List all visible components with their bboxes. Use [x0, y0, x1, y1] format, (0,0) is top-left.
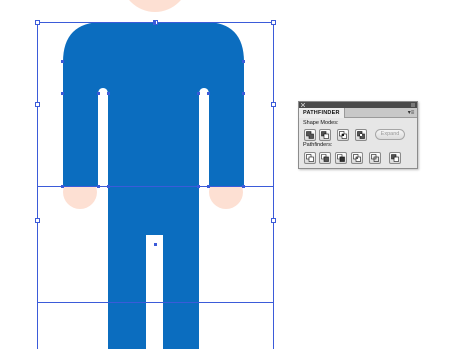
- divide-button[interactable]: [304, 152, 316, 164]
- center-point[interactable]: [154, 243, 157, 246]
- exclude-icon: [357, 131, 365, 139]
- handle-top-left[interactable]: [35, 20, 40, 25]
- merge-button[interactable]: [335, 152, 347, 164]
- panel-tab-row: PATHFINDER ▾≡: [299, 108, 417, 118]
- anchor-point[interactable]: [207, 92, 210, 95]
- anchor-point[interactable]: [197, 185, 200, 188]
- pathfinders-label: Pathfinders:: [303, 142, 333, 148]
- anchor-point[interactable]: [97, 185, 100, 188]
- panel-menu-icon[interactable]: ▾≡: [407, 109, 415, 117]
- minus-back-button[interactable]: [389, 152, 401, 164]
- handle-right-mid[interactable]: [271, 102, 276, 107]
- unite-icon: [306, 131, 314, 139]
- head-shape[interactable]: [121, 0, 189, 12]
- minus-front-icon: [321, 131, 329, 139]
- canvas-artwork[interactable]: [0, 0, 450, 349]
- anchor-point[interactable]: [107, 92, 110, 95]
- minus-front-button[interactable]: [319, 129, 331, 141]
- crop-icon: [353, 154, 361, 162]
- legs-shape[interactable]: [108, 187, 199, 349]
- anchor-point[interactable]: [197, 92, 200, 95]
- divide-icon: [306, 154, 314, 162]
- artboard[interactable]: PATHFINDER ▾≡ Shape Modes: Expand Pathfi…: [0, 0, 450, 349]
- anchor-point[interactable]: [61, 185, 64, 188]
- intersect-icon: [339, 131, 347, 139]
- trim-icon: [321, 154, 329, 162]
- tab-pathfinder[interactable]: PATHFINDER: [299, 108, 345, 118]
- expand-button[interactable]: Expand: [375, 129, 405, 140]
- outline-button[interactable]: [369, 152, 381, 164]
- handle-left-mid[interactable]: [35, 102, 40, 107]
- shape-modes-label: Shape Modes:: [303, 120, 339, 126]
- crop-button[interactable]: [351, 152, 363, 164]
- anchor-point[interactable]: [61, 60, 64, 63]
- anchor-point[interactable]: [242, 185, 245, 188]
- unite-button[interactable]: [304, 129, 316, 141]
- torso-shape[interactable]: [63, 22, 244, 187]
- handle-left-mid-2[interactable]: [35, 218, 40, 223]
- exclude-button[interactable]: [355, 129, 367, 141]
- anchor-point[interactable]: [107, 185, 110, 188]
- anchor-point[interactable]: [242, 92, 245, 95]
- outline-icon: [371, 154, 379, 162]
- anchor-point[interactable]: [97, 92, 100, 95]
- anchor-point[interactable]: [153, 21, 156, 24]
- anchor-point[interactable]: [207, 185, 210, 188]
- merge-icon: [337, 154, 345, 162]
- intersect-button[interactable]: [337, 129, 349, 141]
- pathfinder-panel[interactable]: PATHFINDER ▾≡ Shape Modes: Expand Pathfi…: [298, 101, 418, 169]
- handle-top-right[interactable]: [271, 20, 276, 25]
- anchor-point[interactable]: [61, 92, 64, 95]
- anchor-point[interactable]: [242, 60, 245, 63]
- minus-back-icon: [391, 154, 399, 162]
- handle-right-mid-2[interactable]: [271, 218, 276, 223]
- collapse-icon[interactable]: [411, 103, 415, 107]
- trim-button[interactable]: [319, 152, 331, 164]
- close-icon[interactable]: [301, 103, 305, 107]
